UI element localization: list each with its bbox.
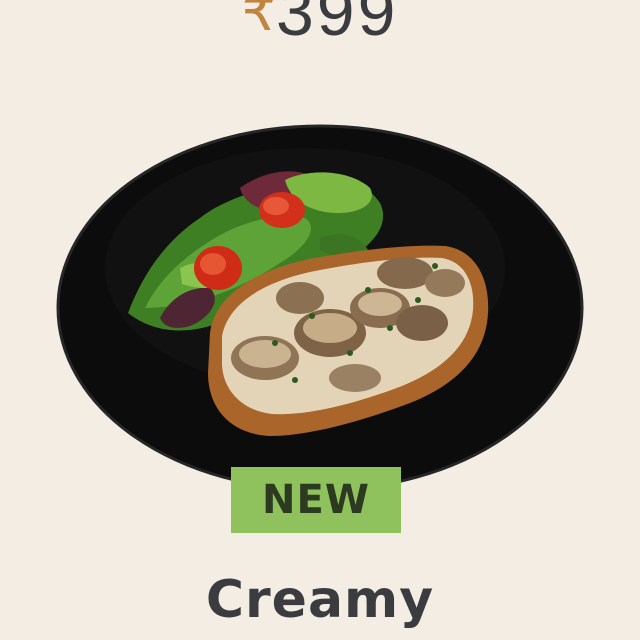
new-badge: NEW bbox=[231, 467, 401, 533]
product-title: Creamy bbox=[205, 570, 435, 630]
price-amount: 399 bbox=[275, 0, 399, 50]
mushroom-toast-plate-icon bbox=[56, 124, 584, 492]
currency-symbol: ₹ bbox=[241, 0, 276, 43]
new-badge-label: NEW bbox=[262, 477, 370, 523]
price-label: ₹399 bbox=[0, 0, 640, 52]
